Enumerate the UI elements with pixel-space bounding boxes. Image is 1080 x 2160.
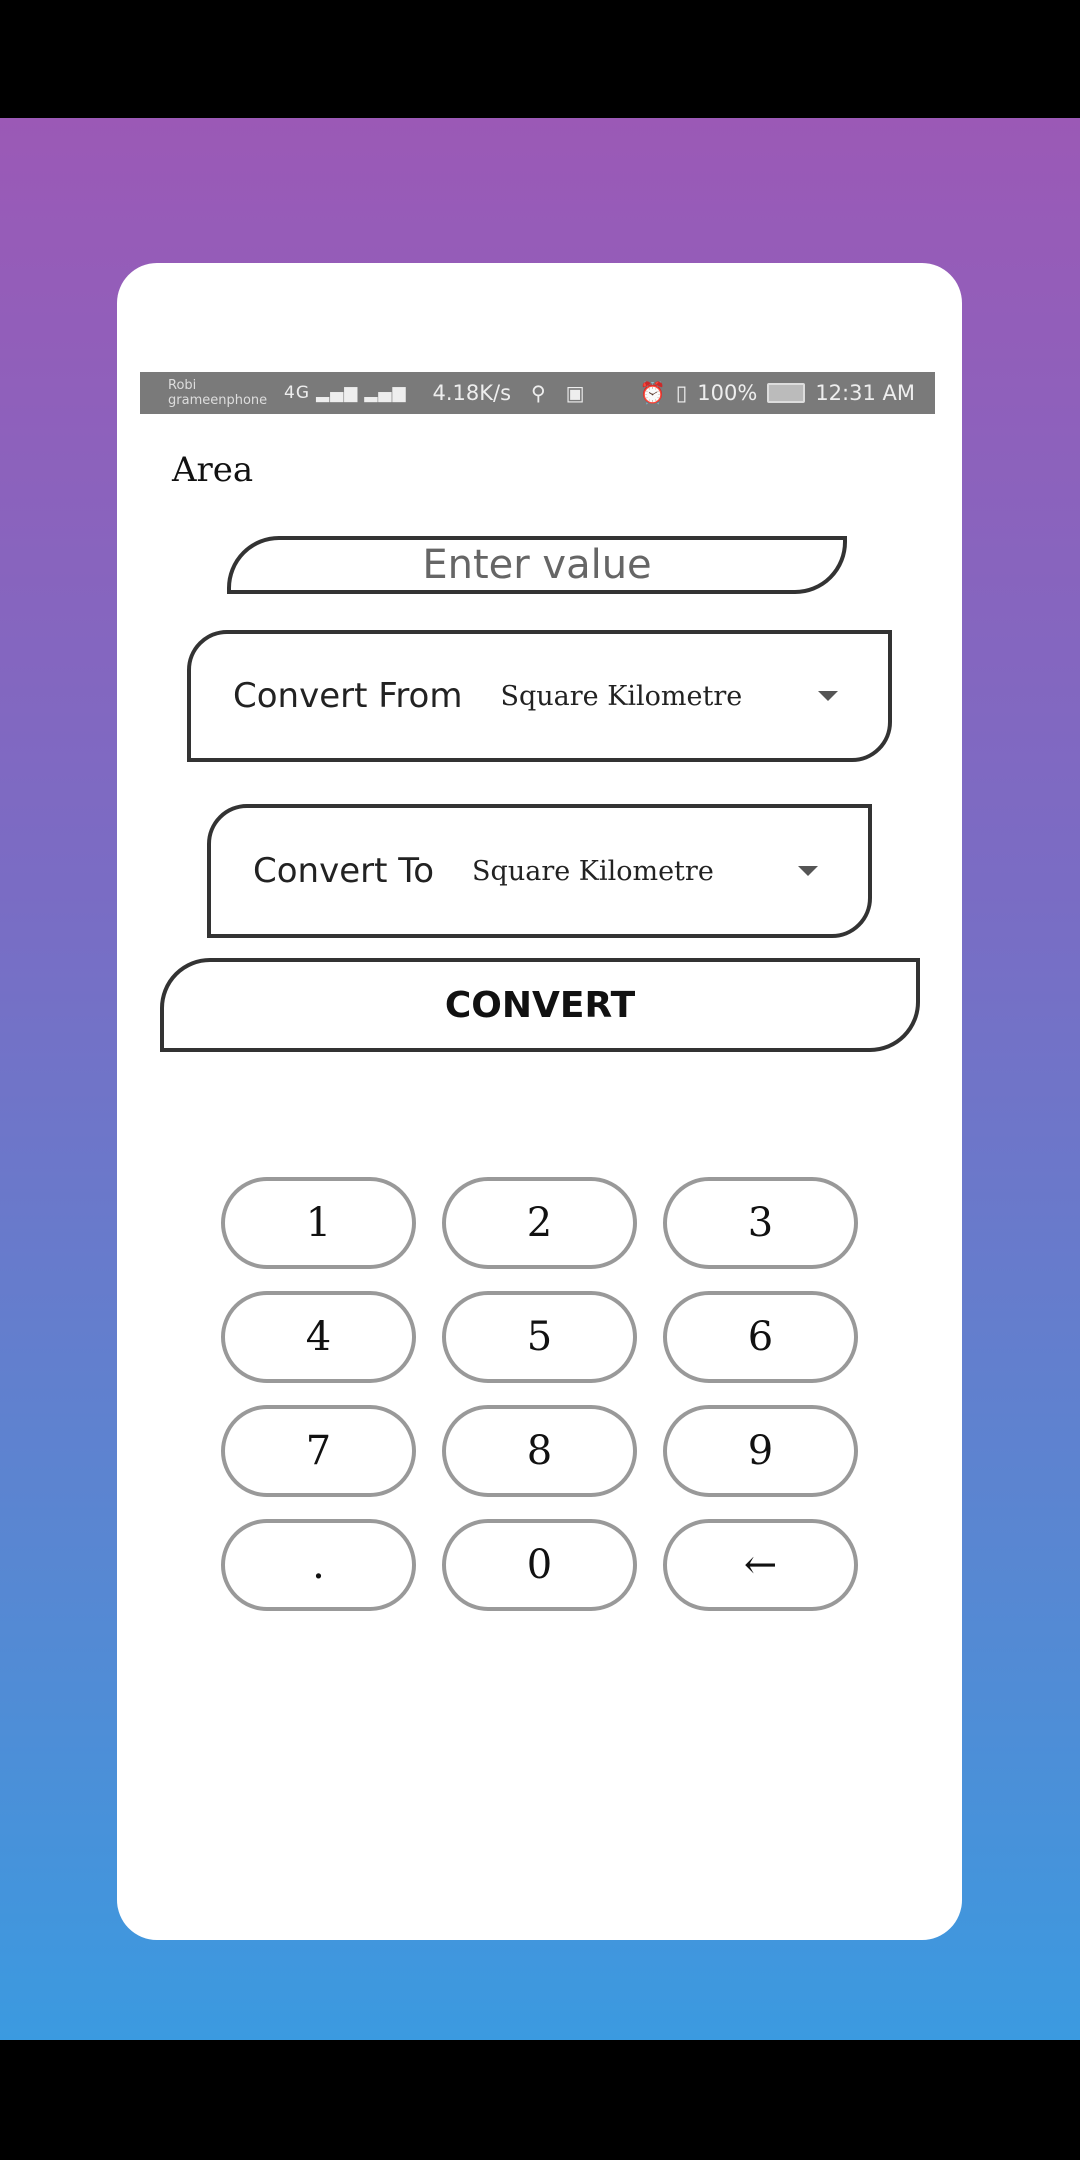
signal-icon: ▂▄▆ [316, 383, 359, 403]
key-8[interactable]: 8 [442, 1405, 637, 1497]
convert-from-label: Convert From [233, 676, 463, 716]
convert-to-value: Square Kilometre [472, 855, 714, 887]
key-dot[interactable]: . [221, 1519, 416, 1611]
alarm-icon: ⏰ [639, 380, 666, 405]
convert-from-select[interactable]: Convert From Square Kilometre [187, 630, 892, 762]
key-4[interactable]: 4 [221, 1291, 416, 1383]
convert-to-select[interactable]: Convert To Square Kilometre [207, 804, 872, 938]
key-3[interactable]: 3 [663, 1177, 858, 1269]
battery-percent: 100% [697, 381, 758, 405]
dropdown-arrow-icon[interactable] [818, 691, 838, 701]
dropdown-arrow-icon[interactable] [798, 866, 818, 876]
carrier-1: Robi [168, 378, 197, 393]
carrier-names: Robi grameenphone [168, 378, 278, 408]
vibrate-icon: ▯ [675, 381, 688, 405]
network-speed: 4.18K/s [432, 381, 512, 405]
key-1[interactable]: 1 [221, 1177, 416, 1269]
backspace-key[interactable]: ← [663, 1519, 858, 1611]
page-title: Area [172, 450, 254, 490]
network-type: 4G [284, 383, 310, 403]
status-bar: Robi grameenphone 4G ▂▄▆ ▂▄▆ 4.18K/s ⚲ ▣… [140, 372, 935, 414]
key-7[interactable]: 7 [221, 1405, 416, 1497]
convert-from-value: Square Kilometre [500, 680, 743, 712]
convert-button[interactable]: CONVERT [160, 958, 920, 1052]
key-0[interactable]: 0 [442, 1519, 637, 1611]
app-card [117, 263, 962, 1940]
key-5[interactable]: 5 [442, 1291, 637, 1383]
battery-icon [767, 383, 806, 403]
key-2[interactable]: 2 [442, 1177, 637, 1269]
clock: 12:31 AM [815, 381, 915, 405]
usb-icon: ⚲ [531, 381, 546, 405]
signal-icon-2: ▂▄▆ [364, 383, 407, 403]
value-input[interactable] [227, 536, 847, 594]
convert-to-label: Convert To [253, 851, 435, 891]
facebook-icon: ▣ [565, 381, 585, 405]
key-6[interactable]: 6 [663, 1291, 858, 1383]
numeric-keypad: 1 2 3 4 5 6 7 8 9 . 0 ← [221, 1177, 858, 1611]
carrier-2: grameenphone [168, 393, 268, 408]
key-9[interactable]: 9 [663, 1405, 858, 1497]
